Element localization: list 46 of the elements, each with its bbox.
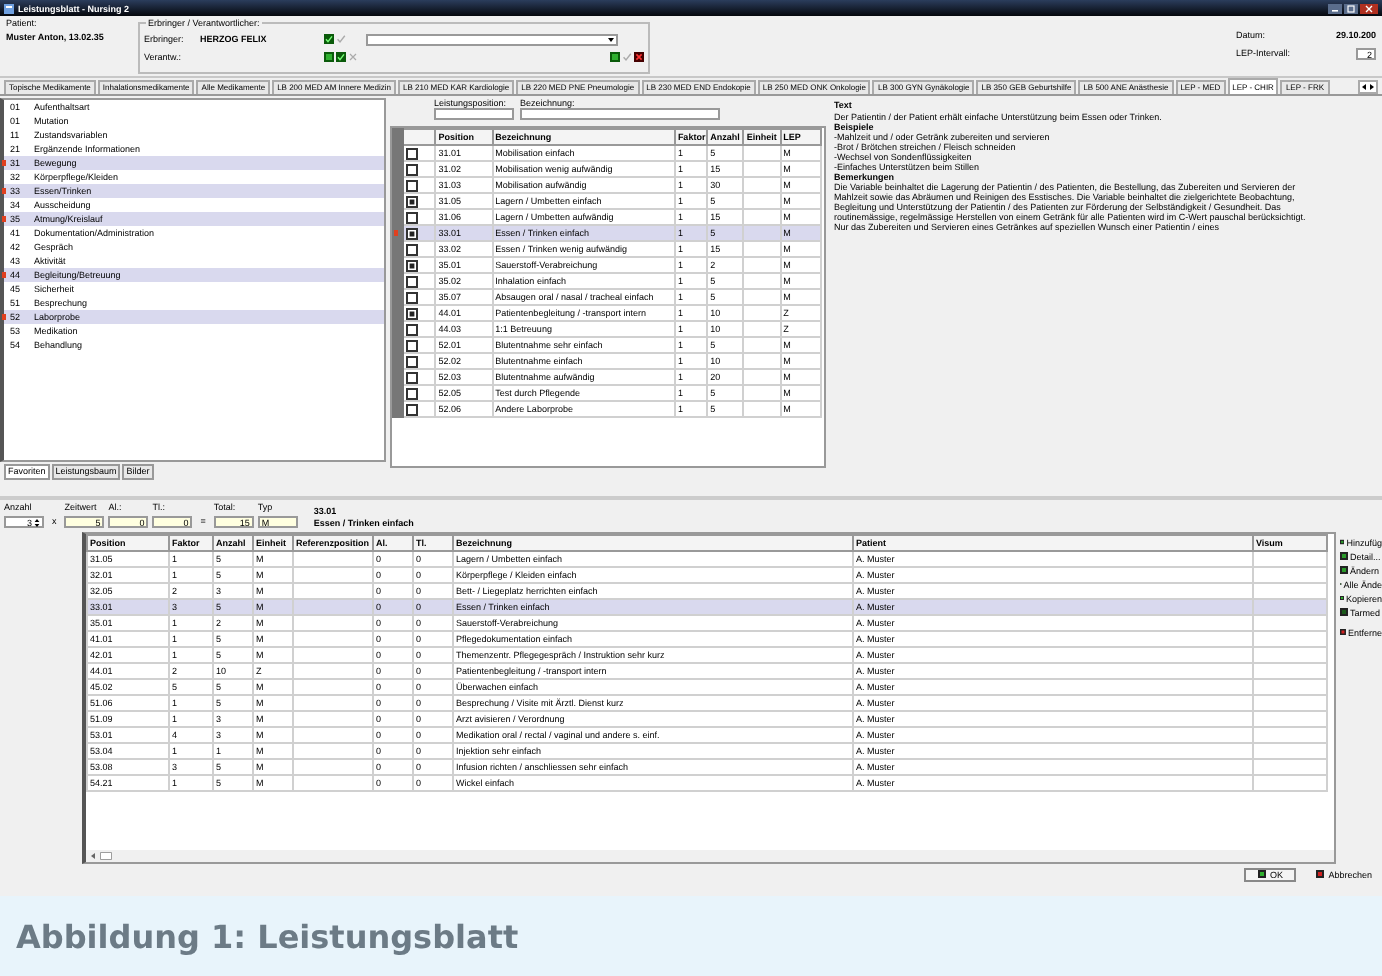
square-icon xyxy=(1340,608,1348,616)
checkbox[interactable] xyxy=(406,403,419,415)
checkbox[interactable] xyxy=(406,307,419,319)
figure-caption: Abbildung 1: Leistungsblatt xyxy=(16,917,519,955)
checkbox[interactable] xyxy=(406,179,419,191)
check-button[interactable] xyxy=(324,34,334,44)
check-icon xyxy=(622,52,632,62)
caret-icon xyxy=(606,35,616,43)
scroll-left-icon[interactable] xyxy=(1360,82,1368,92)
square-icon xyxy=(1316,870,1325,878)
checkbox[interactable] xyxy=(406,355,419,367)
checkbox[interactable] xyxy=(406,163,419,175)
checkbox[interactable] xyxy=(406,211,419,223)
scroll-right-icon[interactable] xyxy=(1368,82,1376,92)
check-icon xyxy=(336,34,346,44)
input-field[interactable] xyxy=(520,108,720,120)
square-icon xyxy=(1340,566,1348,574)
horizontal-scrollbar[interactable] xyxy=(86,850,1334,862)
square-icon xyxy=(1340,538,1345,546)
scroll-thumb-icon[interactable] xyxy=(100,852,112,860)
checkbox[interactable] xyxy=(406,291,419,303)
checkbox[interactable] xyxy=(406,371,419,383)
close-button[interactable] xyxy=(1360,3,1378,13)
checkbox[interactable] xyxy=(406,275,419,287)
cross-icon xyxy=(348,52,358,62)
checkbox[interactable] xyxy=(406,195,419,207)
checkbox[interactable] xyxy=(406,259,419,271)
minimize-button[interactable] xyxy=(1328,3,1342,13)
checkbox[interactable] xyxy=(406,243,419,255)
checkbox[interactable] xyxy=(406,387,419,399)
square-icon xyxy=(1340,628,1346,636)
checkbox[interactable] xyxy=(406,323,419,335)
square-icon xyxy=(1257,870,1266,878)
checkbox[interactable] xyxy=(406,147,419,159)
maximize-button[interactable] xyxy=(1344,3,1358,13)
cancel-button[interactable] xyxy=(634,52,644,62)
accept-button[interactable] xyxy=(610,52,620,62)
dropdown[interactable] xyxy=(366,33,618,45)
checkbox[interactable] xyxy=(406,227,419,239)
spin-arrows-icon[interactable] xyxy=(34,517,40,527)
accept-button[interactable] xyxy=(324,52,334,62)
app-icon xyxy=(4,3,14,13)
square-icon xyxy=(1340,552,1348,560)
checkbox[interactable] xyxy=(406,339,419,351)
check-button[interactable] xyxy=(336,52,346,62)
input-field[interactable] xyxy=(434,108,514,120)
